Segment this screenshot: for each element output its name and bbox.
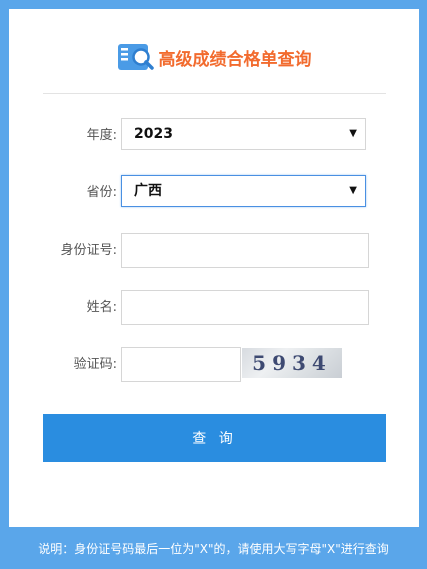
query-button[interactable]: 查 询 (43, 414, 386, 462)
dropdown-arrow-icon: ▼ (349, 128, 357, 139)
page-header: 高级成绩合格单查询 (9, 37, 419, 77)
name-label: 姓名: (86, 300, 117, 315)
province-select-value: 广西 (134, 183, 162, 199)
query-card: 高级成绩合格单查询 年度: 2023 ▼ 省份: 广西 ▼ 身份证号: 姓名: … (9, 9, 419, 527)
captcha-row: 验证码: 5934 (9, 347, 419, 383)
header-divider (43, 93, 386, 94)
search-document-icon (117, 41, 157, 73)
id-number-label: 身份证号: (60, 243, 117, 258)
province-label: 省份: (86, 185, 117, 200)
year-select-value: 2023 (134, 126, 173, 142)
year-label: 年度: (86, 128, 117, 143)
dropdown-arrow-icon: ▼ (349, 185, 357, 196)
year-row: 年度: 2023 ▼ (9, 118, 419, 154)
id-number-row: 身份证号: (9, 233, 419, 269)
province-row: 省份: 广西 ▼ (9, 175, 419, 211)
name-input[interactable] (121, 290, 369, 325)
captcha-label: 验证码: (73, 357, 117, 372)
footer-note: 说明：身份证号码最后一位为"X"的，请使用大写字母"X"进行查询 (38, 542, 389, 556)
page-title: 高级成绩合格单查询 (158, 49, 312, 70)
captcha-image[interactable]: 5934 (242, 348, 342, 378)
province-select[interactable]: 广西 ▼ (121, 175, 366, 207)
captcha-text: 5934 (252, 351, 332, 375)
year-select[interactable]: 2023 ▼ (121, 118, 366, 150)
id-number-input[interactable] (121, 233, 369, 268)
name-row: 姓名: (9, 290, 419, 326)
captcha-input[interactable] (121, 347, 241, 382)
